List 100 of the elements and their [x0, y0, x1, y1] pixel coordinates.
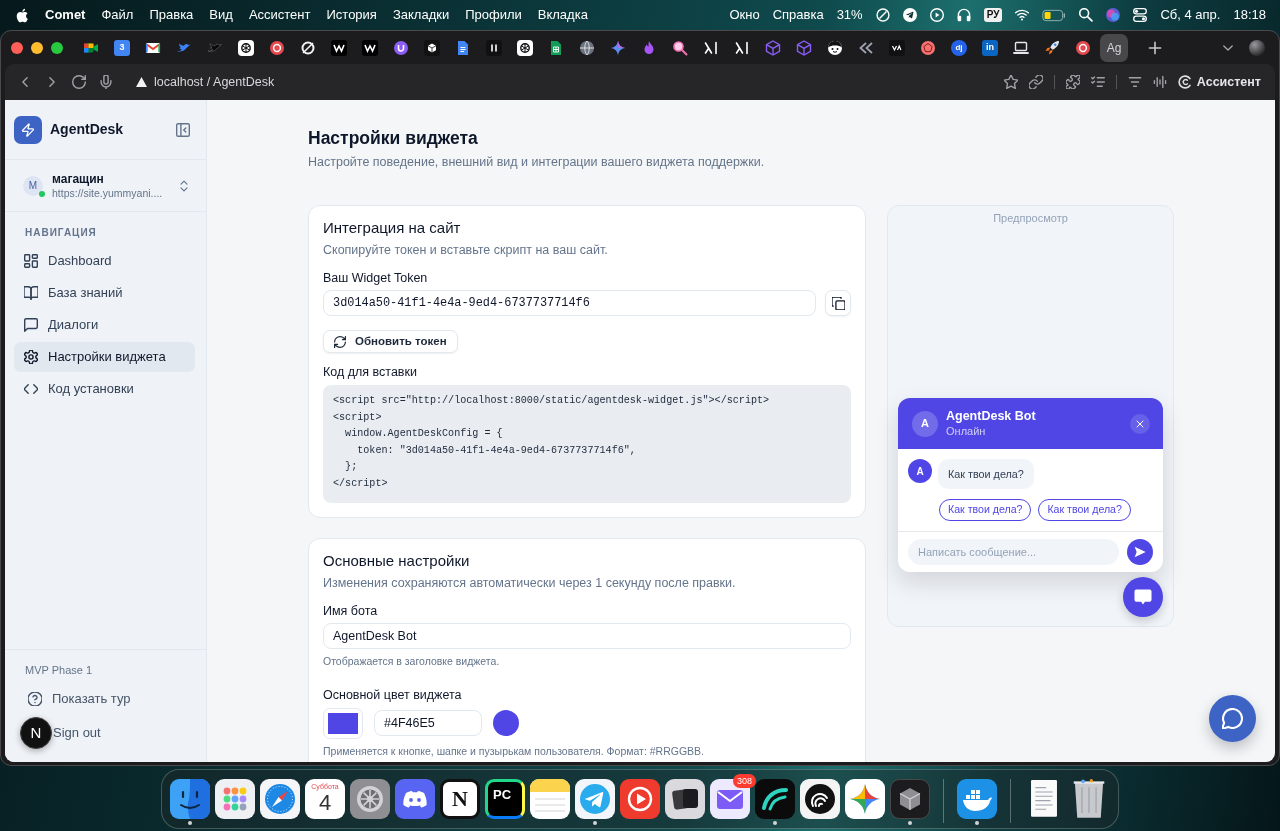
zigzag-logo-icon — [362, 39, 378, 56]
menu-item[interactable]: Вкладка — [537, 5, 588, 25]
quick-reply-button[interactable]: Как твои дела? — [939, 499, 1032, 521]
chevrons-up-down-icon[interactable] — [178, 179, 190, 192]
knot-logo-icon — [517, 39, 533, 56]
mascot-icon — [827, 39, 843, 56]
browser-tab[interactable]: Ag — [1100, 33, 1128, 62]
quick-reply-button[interactable]: Как твои дела? — [1038, 499, 1131, 521]
browser-tab[interactable]: in — [976, 33, 1004, 62]
section-label: НАВИГАЦИЯ — [25, 226, 98, 240]
pentagon-logo-icon — [920, 39, 936, 56]
card-title: Интеграция на сайт — [323, 219, 462, 237]
zoom-window-icon[interactable] — [51, 41, 63, 54]
menu-bar-date[interactable]: Сб, 4 апр. — [1160, 5, 1221, 25]
menu-item[interactable]: Окно — [729, 5, 760, 25]
checklist-icon[interactable] — [1090, 75, 1105, 89]
bot-avatar: A — [912, 410, 938, 437]
sparkle-icon — [845, 778, 885, 819]
bot-name-field[interactable]: AgentDesk Bot — [323, 622, 851, 649]
chat-button[interactable] — [1209, 695, 1256, 742]
dock-app[interactable] — [170, 778, 210, 825]
paper-plane-icon — [575, 778, 615, 819]
menu-item[interactable]: Вид — [209, 5, 233, 25]
menu-item[interactable]: История — [326, 5, 377, 25]
dock-app[interactable] — [575, 778, 615, 825]
notification-badge: 308 — [732, 773, 756, 788]
tour-button[interactable]: Показать тур — [5, 685, 131, 713]
color-hex-field[interactable]: #4F46E5 — [374, 710, 482, 737]
card-description: Скопируйте токен и вставьте скрипт на ваш сайт. — [323, 242, 609, 258]
zigzag-logo-icon — [331, 39, 347, 56]
menu-item[interactable]: Правка — [149, 5, 194, 25]
sign-out-button[interactable]: Sign out — [53, 719, 101, 747]
link-icon[interactable] — [1028, 75, 1043, 89]
nav-item[interactable]: Настройки виджета — [14, 342, 195, 372]
page-title: Настройки виджета — [308, 127, 479, 150]
field-hint: Применяется к кнопке, шапке и пузырькам пользователя. Формат: #RRGGBB. — [323, 743, 705, 758]
nav-item[interactable]: База знаний — [14, 278, 195, 308]
minimize-window-icon[interactable] — [31, 41, 43, 54]
star-icon[interactable] — [1003, 75, 1018, 89]
refresh-token-button[interactable]: Обновить токен — [323, 330, 458, 353]
cube-icon — [890, 778, 930, 819]
battery-percent: 31% — [836, 6, 863, 25]
dock-app[interactable] — [890, 778, 930, 825]
url-text[interactable]: localhost / AgentDesk — [154, 72, 275, 92]
signal-arcs-icon — [800, 778, 840, 819]
rocket-icon — [1044, 39, 1060, 56]
message-field[interactable]: Написать сообщение... — [908, 539, 1119, 565]
lightning-logo-icon — [14, 115, 42, 144]
dock-app[interactable] — [957, 778, 997, 825]
menu-item[interactable]: Профили — [465, 5, 522, 25]
browser-tab[interactable]: 3 — [108, 33, 136, 62]
menu-item[interactable]: Ассистент — [248, 5, 311, 25]
nav-item[interactable]: Код установки — [14, 374, 195, 404]
orb-icon[interactable] — [1106, 8, 1121, 22]
nav-item[interactable]: Диалоги — [14, 310, 195, 340]
paper-plane-icon[interactable] — [902, 8, 917, 22]
slash-logo-icon — [703, 39, 719, 56]
menu-item[interactable]: Справка — [772, 5, 824, 25]
lines-icon[interactable] — [1127, 75, 1142, 89]
battery-icon[interactable] — [1042, 8, 1067, 22]
puzzle-icon[interactable] — [1065, 75, 1080, 89]
menu-item[interactable]: Файл — [101, 5, 134, 25]
assistant-button[interactable]: Ассистент — [1177, 72, 1261, 92]
menu-item[interactable]: Закладки — [392, 5, 450, 25]
wifi-icon[interactable] — [1015, 8, 1030, 22]
sidebar-toggle-icon[interactable] — [176, 122, 190, 137]
play-circle-icon[interactable] — [929, 8, 944, 22]
slashed-ring-icon — [300, 39, 316, 56]
apple-icon[interactable] — [16, 7, 29, 23]
input-source[interactable]: РУ — [983, 8, 1003, 22]
app-menu[interactable]: Comet — [45, 5, 86, 25]
game-controller-icon — [395, 778, 435, 819]
brand-name: AgentDesk — [50, 120, 124, 139]
chat-launcher-button[interactable] — [1123, 577, 1163, 617]
reload-icon[interactable] — [72, 75, 86, 89]
headphones-icon[interactable] — [956, 8, 971, 22]
spreadsheet-icon — [548, 39, 564, 56]
close-button[interactable] — [1130, 413, 1150, 434]
menu-bar-time[interactable]: 18:18 — [1233, 5, 1266, 25]
sphere-icon[interactable] — [1249, 39, 1265, 56]
nav-item[interactable]: Dashboard — [14, 246, 195, 276]
refresh-icon — [334, 335, 346, 348]
search-icon[interactable] — [1079, 8, 1094, 22]
token-field[interactable]: 3d014a50-41f1-4e4a-9ed4-6737737714f6 — [323, 290, 816, 316]
send-button[interactable] — [1127, 539, 1153, 565]
laptop-icon — [1013, 39, 1029, 56]
field-label: Ваш Widget Token — [323, 270, 429, 286]
document-icon — [455, 39, 471, 56]
copy-button[interactable] — [825, 290, 851, 316]
whale-icon — [957, 778, 997, 819]
close-window-icon[interactable] — [11, 41, 23, 54]
waveform-icon[interactable] — [1152, 75, 1167, 89]
new-tab-icon[interactable] — [1147, 39, 1163, 56]
browser-tab[interactable]: dj — [945, 33, 973, 62]
message-avatar: A — [908, 459, 932, 483]
dock-app[interactable] — [755, 778, 795, 825]
toggles-icon[interactable] — [1133, 8, 1148, 22]
message-bubble: Как твои дела? — [938, 459, 1034, 489]
microphone-icon[interactable] — [99, 75, 113, 89]
circle-slash-icon[interactable] — [875, 8, 890, 22]
